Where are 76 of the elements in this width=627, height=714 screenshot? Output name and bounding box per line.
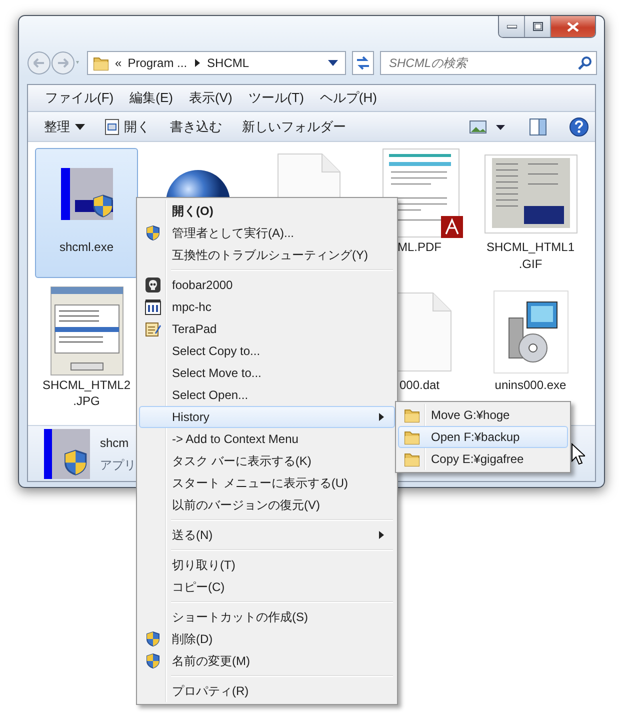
minimize-icon [506, 24, 516, 28]
minimize-button[interactable] [499, 16, 525, 37]
menu-item[interactable]: 互換性のトラブルシューティング(Y) [139, 244, 395, 266]
folder-icon [404, 451, 420, 467]
address-bar[interactable]: « Program ... SHCML [87, 51, 346, 75]
search-icon[interactable] [578, 56, 592, 70]
menu-item[interactable]: ショートカットの作成(S) [139, 606, 395, 628]
installer-icon [492, 290, 568, 374]
menu-bar-item[interactable]: 編集(E) [122, 86, 180, 110]
menu-item[interactable]: foobar2000 [139, 274, 395, 296]
breadcrumb-item[interactable]: Program ... [128, 54, 188, 72]
file-type: アプリ [100, 456, 136, 474]
menu-item[interactable]: Move G:¥hoge [398, 404, 568, 426]
skull-icon [145, 277, 161, 293]
menu-item[interactable]: History [139, 406, 395, 428]
refresh-icon[interactable] [352, 51, 374, 75]
mouse-pointer-icon [571, 443, 585, 465]
maximize-button[interactable] [525, 16, 551, 37]
application-thumbnail-drawing [44, 428, 90, 478]
help-icon[interactable] [569, 116, 589, 136]
file-name[interactable]: ML.PDF [397, 239, 442, 256]
menu-item[interactable]: プロパティ(R) [139, 680, 395, 702]
menu-item[interactable]: 送る(N) [139, 524, 395, 546]
close-button[interactable] [551, 16, 595, 37]
menu-item[interactable]: 管理者として実行(A)... [139, 222, 395, 244]
close-icon [567, 22, 579, 32]
submenu-arrow-icon [379, 531, 384, 539]
menu-item[interactable]: mpc-hc [139, 296, 395, 318]
menu-item[interactable]: 開く(O) [139, 200, 395, 222]
menu-item[interactable]: TeraPad [139, 318, 395, 340]
file-name: shcm [100, 434, 130, 452]
menu-item[interactable]: Copy E:¥gigafree [398, 448, 568, 470]
chevron-icon[interactable] [193, 58, 202, 68]
menu-item[interactable]: 以前のバージョンの復元(V) [139, 494, 395, 516]
caret-icon [75, 124, 85, 130]
toolbar-button[interactable]: 開く [97, 114, 158, 140]
file-name[interactable]: SHCML_HTML2 .JPG [42, 376, 131, 410]
menu-bar-item[interactable]: ファイル(F) [38, 86, 121, 110]
search-field[interactable]: SHCMLの検索 [380, 51, 597, 75]
notepad-icon [145, 321, 161, 337]
menu-item[interactable]: 名前の変更(M) [139, 650, 395, 672]
menu-item[interactable]: Select Open... [139, 384, 395, 406]
clapperboard-icon [145, 299, 161, 315]
menu-item[interactable]: 切り取り(T) [139, 554, 395, 576]
dropdown-icon[interactable] [327, 59, 339, 67]
toolbar-button[interactable]: 整理 [36, 114, 93, 140]
file-name[interactable]: SHCML_HTML1 .GIF [486, 239, 575, 273]
path-overflow-button[interactable]: « [115, 54, 122, 72]
menu-item[interactable]: コピー(C) [139, 576, 395, 598]
breadcrumb-item[interactable]: SHCML [207, 54, 250, 72]
shield-icon [145, 653, 161, 669]
maximize-icon [532, 22, 542, 31]
submenu-arrow-icon [379, 413, 384, 421]
menu-item[interactable]: 削除(D) [139, 628, 395, 650]
menu-bar-item[interactable]: ヘルプ(H) [312, 86, 384, 110]
shield-icon [145, 225, 161, 241]
menu-item[interactable]: タスク バーに表示する(K) [139, 450, 395, 472]
menu-item[interactable]: スタート メニューに表示する(U) [139, 472, 395, 494]
selected-file-item[interactable]: shcml.exe [35, 148, 138, 278]
file-name[interactable]: unins000.exe [494, 376, 566, 394]
menu-bar-item[interactable]: ツール(T) [241, 86, 311, 110]
menu-item[interactable]: Select Copy to... [139, 340, 395, 362]
shield-icon [145, 631, 161, 647]
menu-item[interactable]: Open F:¥backup [398, 426, 568, 448]
open-with-icon [105, 118, 119, 134]
menu-bar-item[interactable]: 表示(V) [182, 86, 240, 110]
menu-item[interactable]: -> Add to Context Menu [139, 428, 395, 450]
file-name[interactable]: 000.dat [399, 376, 440, 394]
folder-icon [404, 429, 420, 445]
preview-pane-icon[interactable] [529, 118, 547, 136]
folder-icon [404, 407, 420, 423]
folder-icon [93, 55, 109, 71]
toolbar-button[interactable]: 書き込む [162, 114, 230, 140]
view-options-icon[interactable] [469, 118, 507, 134]
toolbar-button[interactable]: 新しいフォルダー [234, 114, 354, 140]
menu-item[interactable]: Select Move to... [139, 362, 395, 384]
